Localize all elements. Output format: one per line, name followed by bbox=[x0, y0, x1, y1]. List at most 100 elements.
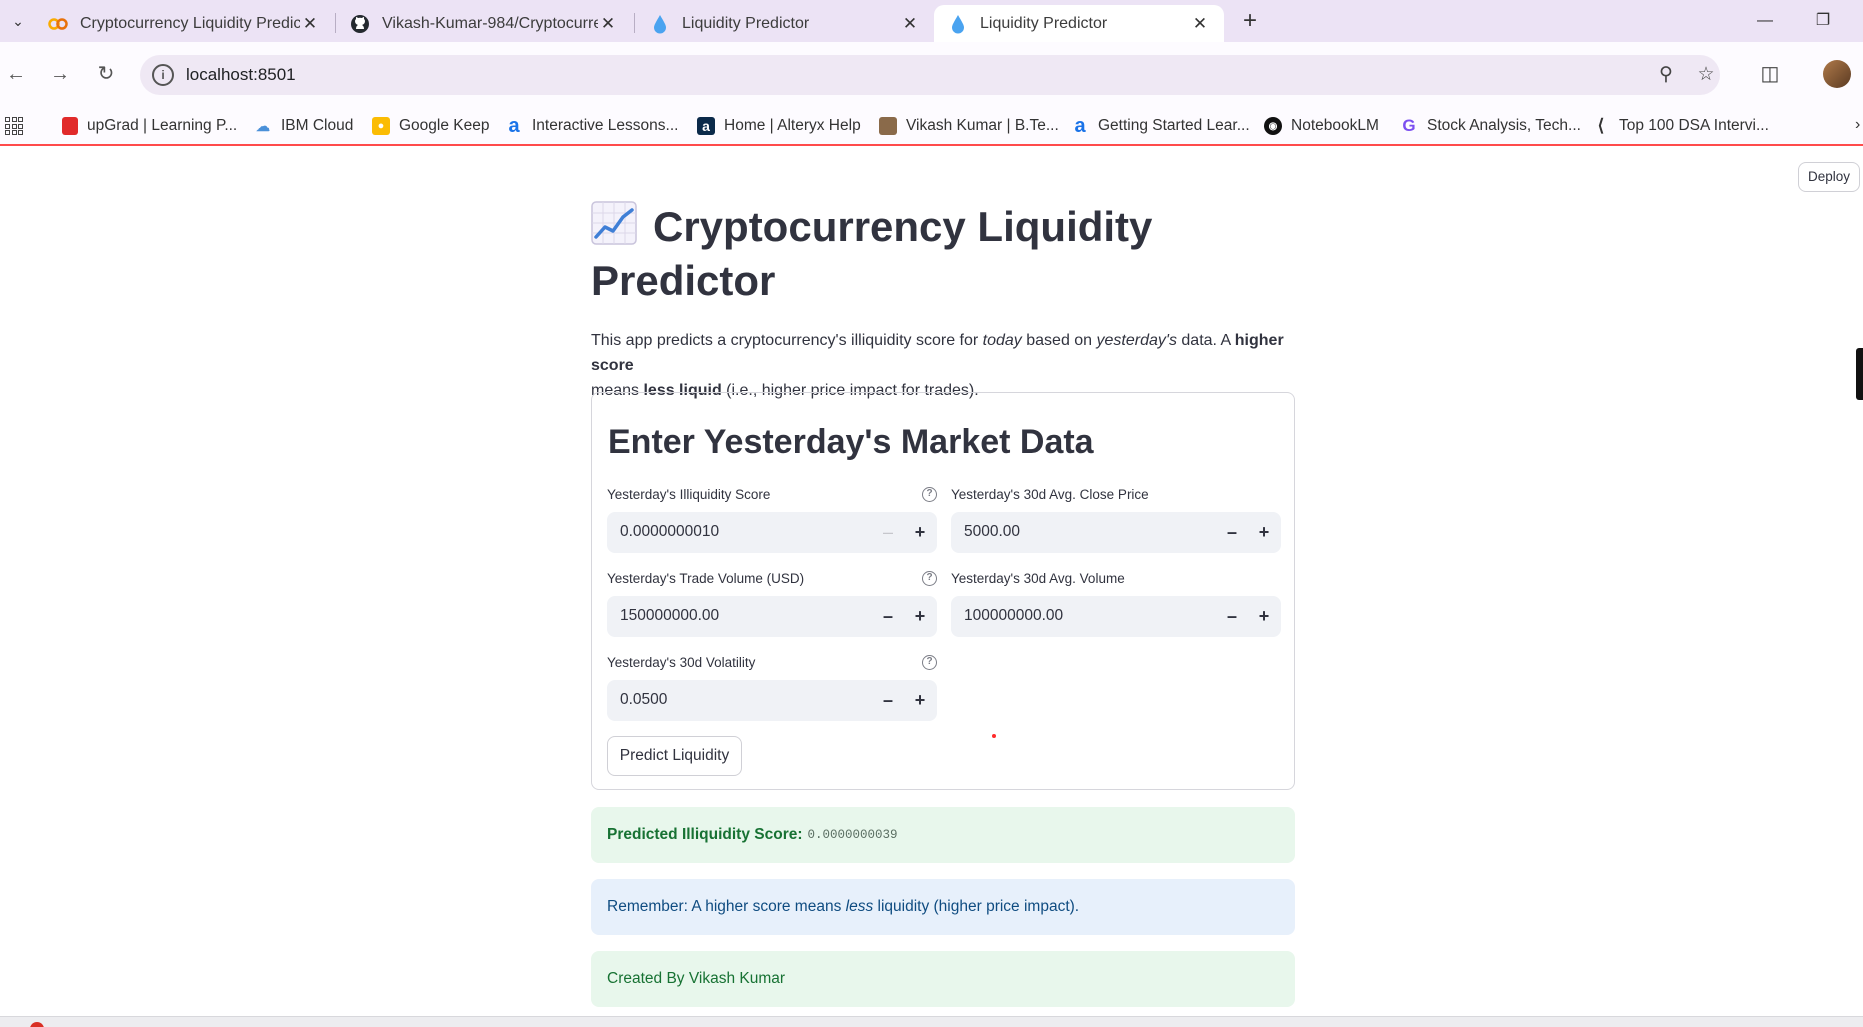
input-value[interactable]: 100000000.00 bbox=[964, 607, 1063, 625]
droplet-icon bbox=[948, 14, 968, 34]
illiquidity-score-input[interactable]: 0.0000000010 – + bbox=[607, 512, 937, 553]
close-price-input[interactable]: 5000.00 – + bbox=[951, 512, 1281, 553]
decrement-button[interactable]: – bbox=[872, 680, 904, 721]
field-label: Yesterday's 30d Avg. Volume bbox=[951, 571, 1125, 586]
page-title: Cryptocurrency Liquidity Predictor bbox=[591, 200, 1295, 308]
bookmark-notebooklm[interactable]: ◉ NotebookLM bbox=[1264, 108, 1379, 144]
decrement-button[interactable]: – bbox=[1216, 512, 1248, 553]
increment-button[interactable]: + bbox=[1248, 512, 1280, 553]
input-value[interactable]: 0.0000000010 bbox=[620, 523, 719, 541]
field-avg-volume: Yesterday's 30d Avg. Volume 100000000.00… bbox=[951, 569, 1281, 637]
notebooklm-icon: ◉ bbox=[1264, 117, 1282, 135]
cursor-dot bbox=[992, 734, 996, 738]
form-title: Enter Yesterday's Market Data bbox=[608, 423, 1094, 461]
forward-icon[interactable]: → bbox=[44, 58, 76, 90]
bookmark-upgrad[interactable]: upGrad | Learning P... bbox=[62, 108, 237, 144]
field-label: Yesterday's 30d Volatility bbox=[607, 655, 756, 670]
prediction-result: Predicted Illiquidity Score: 0.000000003… bbox=[591, 807, 1295, 863]
more-bookmarks-icon[interactable]: › bbox=[1855, 116, 1860, 134]
profile-avatar[interactable] bbox=[1823, 60, 1851, 88]
field-label: Yesterday's Trade Volume (USD) bbox=[607, 571, 805, 586]
cloud-icon: ☁ bbox=[256, 117, 270, 134]
tab-title: Vikash-Kumar-984/Cryptocurre bbox=[382, 14, 598, 32]
bookmark-label: upGrad | Learning P... bbox=[87, 117, 238, 134]
alteryx-icon: a bbox=[508, 114, 520, 137]
credit-text: Created By Vikash Kumar bbox=[607, 970, 786, 987]
increment-button[interactable]: + bbox=[904, 680, 936, 721]
bookmark-interactive-lessons[interactable]: a Interactive Lessons... bbox=[505, 108, 678, 144]
help-icon[interactable]: ? bbox=[922, 571, 937, 586]
reminder-text: Remember: A higher score means less liqu… bbox=[607, 898, 1080, 915]
bookmark-star-icon[interactable]: ☆ bbox=[1694, 63, 1718, 87]
url-text[interactable]: localhost:8501 bbox=[186, 65, 296, 85]
field-close-price: Yesterday's 30d Avg. Close Price 5000.00… bbox=[951, 485, 1281, 553]
field-label: Yesterday's Illiquidity Score bbox=[607, 487, 771, 502]
increment-button[interactable]: + bbox=[1248, 596, 1280, 637]
bookmark-label: NotebookLM bbox=[1291, 117, 1379, 134]
apps-grid-icon[interactable] bbox=[5, 117, 23, 135]
bookmark-alteryx-help[interactable]: a Home | Alteryx Help bbox=[697, 108, 861, 144]
tab-title: Liquidity Predictor bbox=[980, 14, 1108, 32]
bookmark-vikash-kumar[interactable]: Vikash Kumar | B.Te... bbox=[879, 108, 1059, 144]
deploy-button[interactable]: Deploy bbox=[1798, 162, 1860, 192]
reload-icon[interactable]: ↻ bbox=[90, 58, 122, 90]
bookmarks-bar: upGrad | Learning P... ☁ IBM Cloud ● Goo… bbox=[0, 108, 1863, 146]
site-info-icon[interactable]: i bbox=[152, 64, 174, 86]
bookmark-label: Home | Alteryx Help bbox=[724, 117, 861, 134]
stock-icon: G bbox=[1402, 116, 1416, 135]
main-content: Cryptocurrency Liquidity Predictor This … bbox=[591, 200, 1295, 403]
new-tab-button[interactable]: + bbox=[1235, 6, 1265, 36]
result-value: 0.0000000039 bbox=[807, 828, 898, 842]
address-bar[interactable]: i localhost:8501 ⚲ ☆ bbox=[140, 55, 1720, 95]
help-icon[interactable]: ? bbox=[922, 487, 937, 502]
input-value[interactable]: 0.0500 bbox=[620, 691, 667, 709]
bookmark-getting-started[interactable]: a Getting Started Lear... bbox=[1071, 108, 1250, 144]
status-dot-icon bbox=[30, 1022, 44, 1027]
github-icon bbox=[350, 14, 370, 34]
decrement-button[interactable]: – bbox=[1216, 596, 1248, 637]
close-icon[interactable]: ✕ bbox=[300, 14, 320, 34]
tab-liquidity-predictor-active[interactable]: Liquidity Predictor ✕ bbox=[934, 5, 1224, 42]
increment-button[interactable]: + bbox=[904, 512, 936, 553]
input-value[interactable]: 150000000.00 bbox=[620, 607, 719, 625]
bookmark-ibm-cloud[interactable]: ☁ IBM Cloud bbox=[254, 108, 353, 144]
tab-liquidity-predictor[interactable]: Liquidity Predictor ✕ bbox=[636, 5, 934, 42]
tab-divider bbox=[634, 13, 635, 33]
input-value[interactable]: 5000.00 bbox=[964, 523, 1020, 541]
bookmark-google-keep[interactable]: ● Google Keep bbox=[372, 108, 490, 144]
bookmark-stock-analysis[interactable]: G Stock Analysis, Tech... bbox=[1400, 108, 1581, 144]
colab-icon bbox=[48, 14, 68, 34]
bookmark-dsa[interactable]: ⟨ Top 100 DSA Intervi... bbox=[1592, 108, 1769, 144]
extensions-icon[interactable]: ◫ bbox=[1756, 60, 1784, 88]
bottom-bar bbox=[0, 1016, 1863, 1027]
bookmark-label: Getting Started Lear... bbox=[1098, 117, 1250, 134]
bookmark-label: Google Keep bbox=[399, 117, 490, 134]
dsa-icon: ⟨ bbox=[1597, 116, 1605, 135]
tab-title: Cryptocurrency Liquidity Predic bbox=[80, 14, 300, 32]
decrement-button[interactable]: – bbox=[872, 596, 904, 637]
credit-banner: Created By Vikash Kumar bbox=[591, 951, 1295, 1007]
volatility-input[interactable]: 0.0500 – + bbox=[607, 680, 937, 721]
help-icon[interactable]: ? bbox=[922, 655, 937, 670]
trade-volume-input[interactable]: 150000000.00 – + bbox=[607, 596, 937, 637]
zoom-icon[interactable]: ⚲ bbox=[1654, 63, 1678, 87]
close-icon[interactable]: ✕ bbox=[900, 14, 920, 34]
avg-volume-input[interactable]: 100000000.00 – + bbox=[951, 596, 1281, 637]
close-icon[interactable]: ✕ bbox=[1190, 14, 1210, 34]
scrollbar-thumb[interactable] bbox=[1856, 348, 1863, 400]
increment-button[interactable]: + bbox=[904, 596, 936, 637]
close-icon[interactable]: ✕ bbox=[598, 14, 618, 34]
tab-colab[interactable]: Cryptocurrency Liquidity Predic ✕ bbox=[34, 5, 334, 42]
field-volatility: Yesterday's 30d Volatility ? 0.0500 – + bbox=[607, 653, 937, 721]
restore-icon[interactable]: ❐ bbox=[1803, 6, 1843, 36]
back-icon[interactable]: ← bbox=[0, 58, 32, 90]
minimize-icon[interactable]: — bbox=[1745, 6, 1785, 36]
bookmark-label: Top 100 DSA Intervi... bbox=[1619, 117, 1769, 134]
predict-liquidity-button[interactable]: Predict Liquidity bbox=[607, 736, 742, 776]
bookmark-label: Vikash Kumar | B.Te... bbox=[906, 117, 1059, 134]
page-title-text: Cryptocurrency Liquidity Predictor bbox=[591, 203, 1153, 304]
tab-github[interactable]: Vikash-Kumar-984/Cryptocurre ✕ bbox=[336, 5, 632, 42]
tab-search-chevron-icon[interactable]: ⌄ bbox=[4, 8, 32, 34]
decrement-button[interactable]: – bbox=[872, 512, 904, 553]
keep-icon: ● bbox=[372, 117, 390, 135]
